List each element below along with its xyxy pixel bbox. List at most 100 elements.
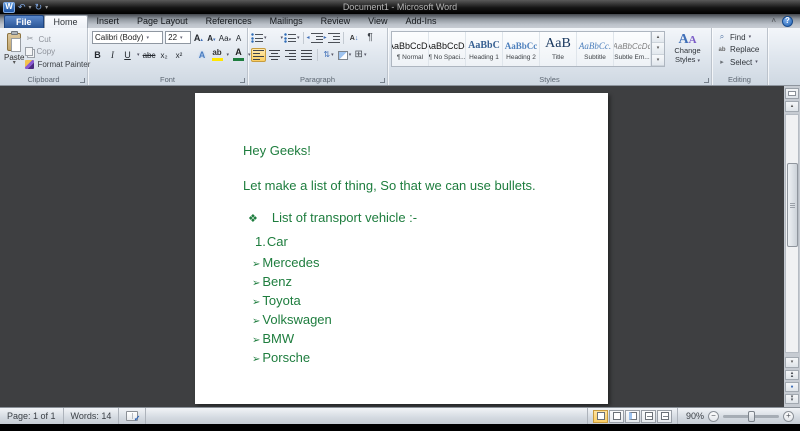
tab-view[interactable]: View [359,15,396,28]
doc-arrow-item[interactable]: ➢ Mercedes [252,254,568,273]
font-size-select[interactable]: 22 ▾ [165,31,191,44]
tab-home[interactable]: Home [43,15,88,28]
multilevel-list-button[interactable]: ▾ [284,31,300,45]
customize-qat-button[interactable]: ▾ [45,4,48,11]
vertical-scrollbar[interactable]: ▴ ▾ ▴ ▴ ● ▾ ▾ [784,86,800,407]
style-no-spacing[interactable]: AaBbCcDc ¶ No Spaci... [429,32,466,66]
zoom-slider-track[interactable] [723,410,779,422]
doc-arrow-item[interactable]: ➢ Volkswagen [252,311,568,330]
style-subtitle[interactable]: AaBbCc. Subtitle [577,32,614,66]
page-count[interactable]: Page: 1 of 1 [0,408,64,424]
select-browse-object-button[interactable]: ● [785,382,799,392]
word-logo-icon[interactable]: W [3,1,15,13]
document-page[interactable]: Hey Geeks! Let make a list of thing, So … [195,93,608,404]
underline-button[interactable]: U [122,48,133,61]
styles-dialog-launcher[interactable] [704,78,709,83]
view-full-screen-button[interactable] [609,409,624,423]
grow-font-button[interactable]: A ▴ [193,31,204,44]
scrollbar-track[interactable] [785,114,799,353]
borders-button[interactable]: ⊞ ▾ [353,48,368,62]
minimize-ribbon-icon[interactable]: ˄ [771,17,776,25]
shrink-font-button[interactable]: A ▾ [206,31,217,44]
underline-dropdown-icon[interactable]: ▾ [137,52,140,58]
text-effects-button[interactable]: A [197,48,208,61]
font-dialog-launcher[interactable] [240,78,245,83]
doc-bullet-item-diamond[interactable]: ❖ List of transport vehicle :- [248,210,568,225]
doc-paragraph-2[interactable]: Let make a list of thing, So that we can… [243,178,568,194]
select-button[interactable]: ▸ Select ▾ [717,57,767,67]
bold-button[interactable]: B [92,48,103,61]
paste-button[interactable]: Paste ▾ [4,31,24,69]
superscript-button[interactable]: x² [174,48,185,61]
clear-formatting-button[interactable]: A [233,31,244,44]
clipboard-dialog-launcher[interactable] [80,78,85,83]
tab-add-ins[interactable]: Add-Ins [397,15,446,28]
zoom-in-button[interactable]: + [783,410,794,422]
word-count[interactable]: Words: 14 [64,408,120,424]
tab-mailings[interactable]: Mailings [261,15,312,28]
tab-references[interactable]: References [197,15,261,28]
highlight-dropdown-icon[interactable]: ▾ [227,52,230,58]
tab-review[interactable]: Review [312,15,360,28]
highlight-button[interactable]: ab [211,48,223,61]
font-family-select[interactable]: Calibri (Body) ▾ [92,31,164,44]
replace-button[interactable]: ab Replace [717,45,767,55]
zoom-out-button[interactable]: − [708,410,719,422]
style-normal[interactable]: AaBbCcDc ¶ Normal [392,32,429,66]
doc-arrow-item[interactable]: ➢ Benz [252,273,568,292]
font-color-button[interactable]: A [233,48,245,61]
undo-dropdown-icon[interactable]: ▾ [29,4,32,11]
sort-button[interactable]: A ↓ [347,31,362,45]
style-heading-2[interactable]: AaBbCc Heading 2 [503,32,540,66]
find-button[interactable]: ⌕ Find ▾ [717,32,767,42]
line-spacing-button[interactable]: ⇅ ▾ [321,48,336,62]
next-page-button[interactable]: ▾ ▾ [785,394,799,404]
doc-numbered-item[interactable]: 1. Car [255,234,568,249]
paragraph-dialog-launcher[interactable] [380,78,385,83]
tab-page-layout[interactable]: Page Layout [128,15,197,28]
align-right-button[interactable] [283,48,298,62]
doc-paragraph-1[interactable]: Hey Geeks! [243,143,568,159]
align-center-button[interactable] [267,48,282,62]
tab-file[interactable]: File [4,15,44,28]
doc-arrow-item[interactable]: ➢ Porsche [252,349,568,368]
shading-button[interactable]: ▾ [337,48,352,62]
change-case-button[interactable]: Aa ▾ [219,31,231,44]
zoom-level[interactable]: 90% [684,411,704,421]
redo-button[interactable]: ↻ [35,2,43,12]
align-left-button[interactable] [251,48,266,62]
styles-scroll-up-icon[interactable]: ▴ [652,32,664,44]
justify-button[interactable] [299,48,314,62]
scroll-up-button[interactable]: ▴ [785,101,799,112]
paste-dropdown-icon[interactable]: ▾ [13,60,16,66]
help-button[interactable]: ? [782,15,793,27]
ruler-toggle-button[interactable] [785,88,799,99]
style-heading-1[interactable]: AaBbC Heading 1 [466,32,503,66]
scrollbar-thumb[interactable] [786,163,798,247]
doc-arrow-item[interactable]: ➢ BMW [252,330,568,349]
strikethrough-button[interactable]: abc [143,48,156,61]
copy-button[interactable]: Copy [24,47,90,57]
subscript-button[interactable]: x₂ [159,48,170,61]
increase-indent-button[interactable]: ▸ [324,31,340,45]
bullets-button[interactable]: ▾ [251,31,267,45]
doc-arrow-item[interactable]: ➢ Toyota [252,292,568,311]
proofing-status-button[interactable]: ✓ [119,408,147,424]
tab-insert[interactable]: Insert [88,15,129,28]
styles-gallery-expand-icon[interactable]: ▾ [652,54,664,66]
undo-button[interactable]: ↶ [18,2,26,12]
decrease-indent-button[interactable]: ◂ [307,31,323,45]
styles-scroll-down-icon[interactable]: ▾ [652,43,664,55]
scroll-down-button[interactable]: ▾ [785,357,799,368]
style-subtle-emphasis[interactable]: AaBbCcDc Subtle Em... [614,32,651,66]
cut-button[interactable]: ✂ Cut [24,34,90,44]
view-print-layout-button[interactable] [593,409,608,423]
italic-button[interactable]: I [107,48,118,61]
style-title[interactable]: AaB Title [540,32,577,66]
show-hide-marks-button[interactable]: ¶ [363,31,378,45]
change-styles-button[interactable]: AA Change Styles ▾ [665,31,710,67]
view-outline-button[interactable] [641,409,656,423]
zoom-slider-thumb[interactable] [748,410,756,422]
numbering-button[interactable]: ▾ [268,31,284,45]
previous-page-button[interactable]: ▴ ▴ [785,370,799,380]
